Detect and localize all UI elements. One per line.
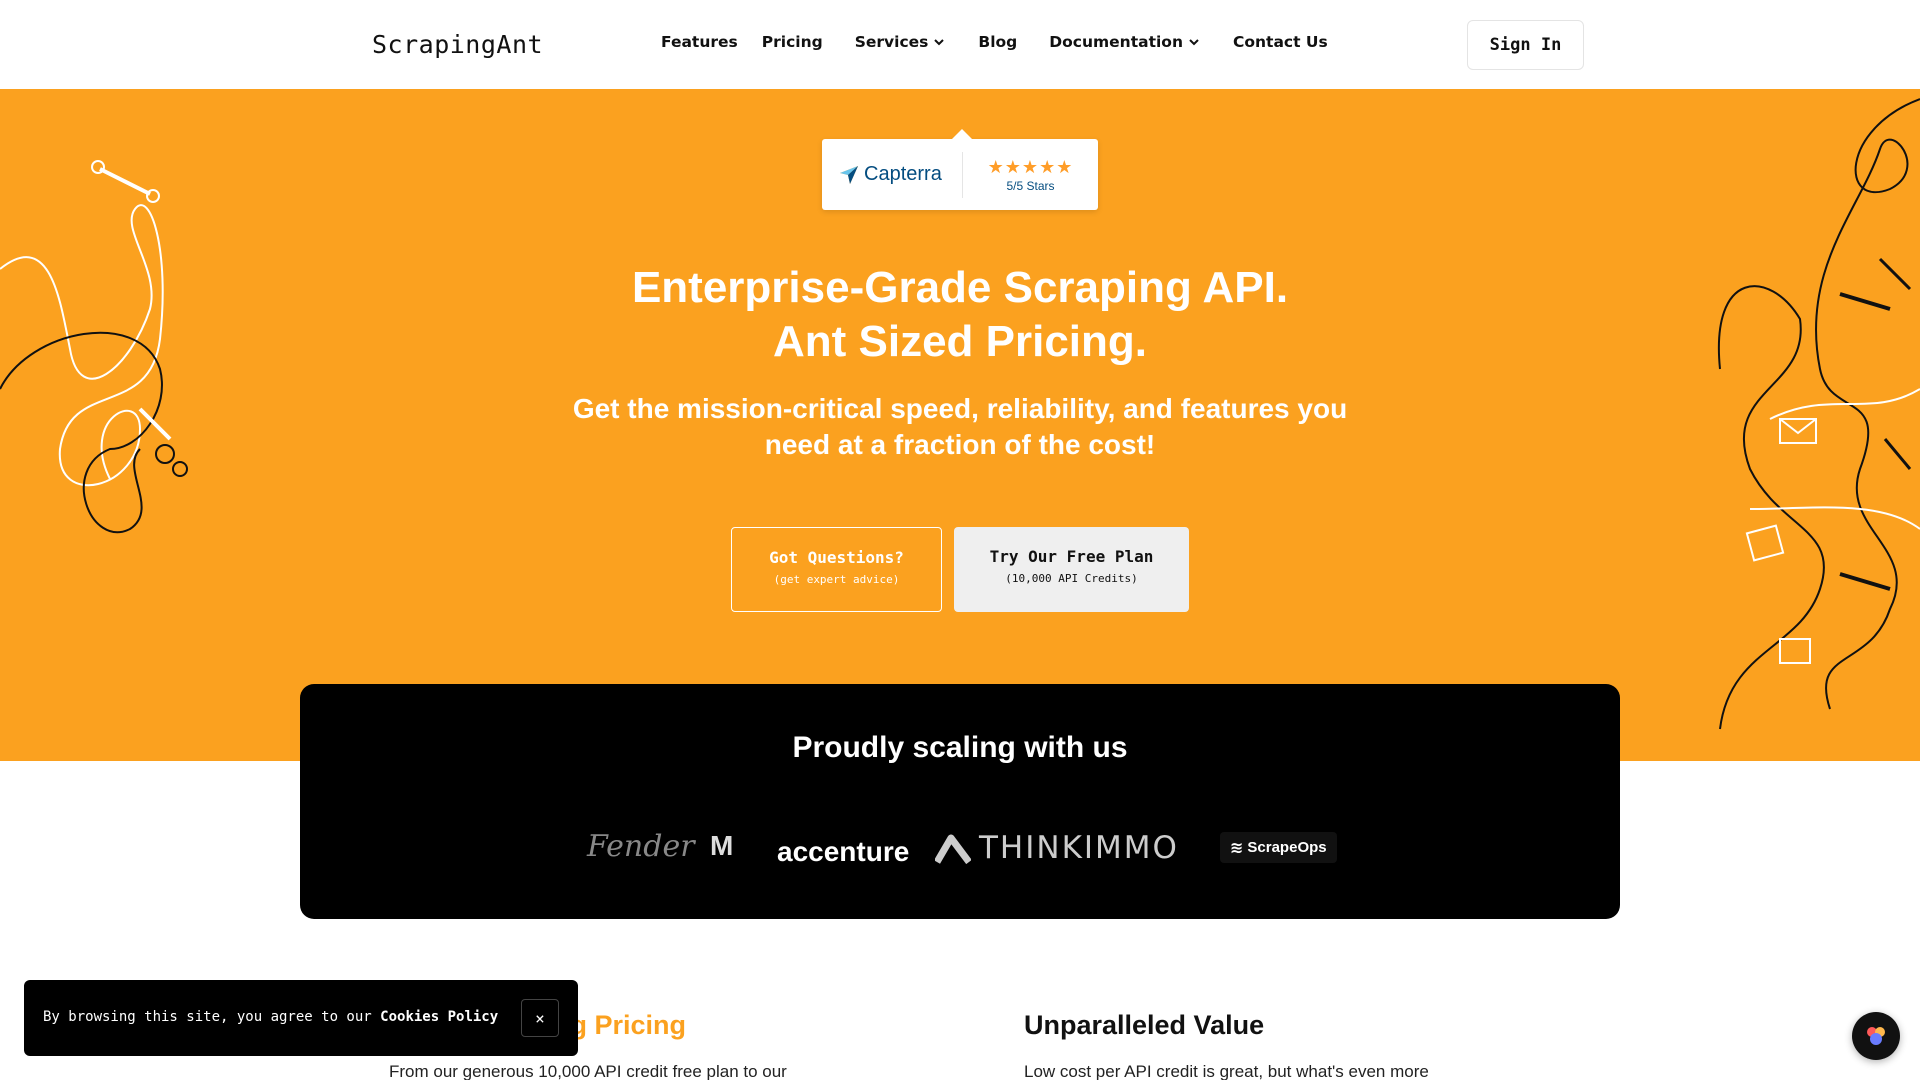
cookie-message: By browsing this site, you agree to our <box>43 1009 381 1025</box>
capterra-arrow-icon <box>840 165 858 184</box>
scrapeops-icon: ≋ <box>1230 838 1244 857</box>
partners-banner: Proudly scaling with us Fender M accentu… <box>300 684 1620 919</box>
free-plan-button[interactable]: Try Our Free Plan (10,000 API Credits) <box>954 527 1189 612</box>
nav-documentation-label: Documentation <box>1049 33 1183 51</box>
capterra-logo: Capterra <box>822 163 962 186</box>
nav-contact[interactable]: Contact Us <box>1233 33 1328 51</box>
rating-label: 5/5 Stars <box>1006 178 1055 193</box>
nav-blog[interactable]: Blog <box>978 33 1017 51</box>
thinkimmo-logo: THINKIMMO <box>935 830 1179 866</box>
nav-services[interactable]: Services <box>855 33 945 51</box>
hero-title-line2: Ant Sized Pricing. <box>772 317 1148 366</box>
scrapeops-logo: ≋ ScrapeOps <box>1220 832 1337 863</box>
free-plan-label: Try Our Free Plan <box>989 547 1154 566</box>
free-plan-sublabel: (10,000 API Credits) <box>1005 572 1138 585</box>
nav-documentation[interactable]: Documentation <box>1049 33 1199 51</box>
close-icon: × <box>535 1008 545 1028</box>
nav-features-label: Features <box>661 33 738 51</box>
got-questions-button[interactable]: Got Questions? (get expert advice) <box>731 527 942 612</box>
fender-logo: Fender <box>587 829 695 864</box>
nav-services-label: Services <box>854 33 929 51</box>
nav-pricing[interactable]: Pricing <box>762 33 823 51</box>
main-menu: Features Pricing Services Blog Documenta… <box>661 33 1352 51</box>
star-rating-icon: ★★★★★ <box>987 156 1074 178</box>
hero-subtitle-line2: need at a fraction of the cost! <box>764 429 1156 460</box>
capterra-badge[interactable]: Capterra ★★★★★ 5/5 Stars <box>822 129 1098 210</box>
nav-pricing-label: Pricing <box>761 33 823 51</box>
hero-title-line1: Enterprise-Grade Scraping API. <box>631 263 1289 312</box>
chevron-down-icon <box>1189 39 1199 46</box>
cookie-banner: By browsing this site, you agree to our … <box>24 980 578 1056</box>
chat-widget-button[interactable] <box>1852 1012 1900 1060</box>
partners-title: Proudly scaling with us <box>792 731 1128 764</box>
nav-blog-label: Blog <box>978 33 1018 51</box>
got-questions-label: Got Questions? <box>769 548 904 567</box>
sign-in-button[interactable]: Sign In <box>1467 20 1584 70</box>
feature-title-value: Unparalleled Value <box>1024 1010 1265 1040</box>
chevron-down-icon <box>934 39 945 46</box>
capterra-rating: ★★★★★ 5/5 Stars <box>963 157 1098 193</box>
capterra-name: Capterra <box>864 163 942 185</box>
accenture-logo: accenture <box>777 836 910 867</box>
partner-logos: Fender M accenture THINKIMMO ≋ ScrapeOps <box>300 824 1620 874</box>
thinkimmo-mark-icon <box>935 834 971 864</box>
nav-contact-label: Contact Us <box>1232 33 1328 51</box>
nav-features[interactable]: Features <box>661 33 738 51</box>
chat-icon <box>1867 1027 1885 1045</box>
hero-subtitle-line1: Get the mission-critical speed, reliabil… <box>572 393 1348 424</box>
doodle-left-decoration <box>0 160 188 533</box>
m-logo: M <box>710 830 734 861</box>
got-questions-sublabel: (get expert advice) <box>773 573 900 586</box>
thinkimmo-label: THINKIMMO <box>979 830 1179 866</box>
top-navbar: ScrapingAnt Features Pricing Services Bl… <box>0 0 1920 89</box>
close-cookie-button[interactable]: × <box>521 999 559 1037</box>
scrapeops-label: ScrapeOps <box>1247 839 1327 856</box>
brand-logo[interactable]: ScrapingAnt <box>372 30 543 59</box>
hero-title: Enterprise-Grade Scraping API. Ant Sized… <box>0 261 1920 369</box>
cookies-policy-link[interactable]: Cookies Policy <box>380 1009 498 1025</box>
hero-subtitle: Get the mission-critical speed, reliabil… <box>0 391 1920 463</box>
cookie-text: By browsing this site, you agree to our … <box>43 1009 498 1025</box>
hero-section: Capterra ★★★★★ 5/5 Stars Enterprise-Grad… <box>0 89 1920 761</box>
feature-text-pricing: From our generous 10,000 API credit free… <box>389 1062 787 1080</box>
feature-text-value: Low cost per API credit is great, but wh… <box>1024 1062 1429 1080</box>
